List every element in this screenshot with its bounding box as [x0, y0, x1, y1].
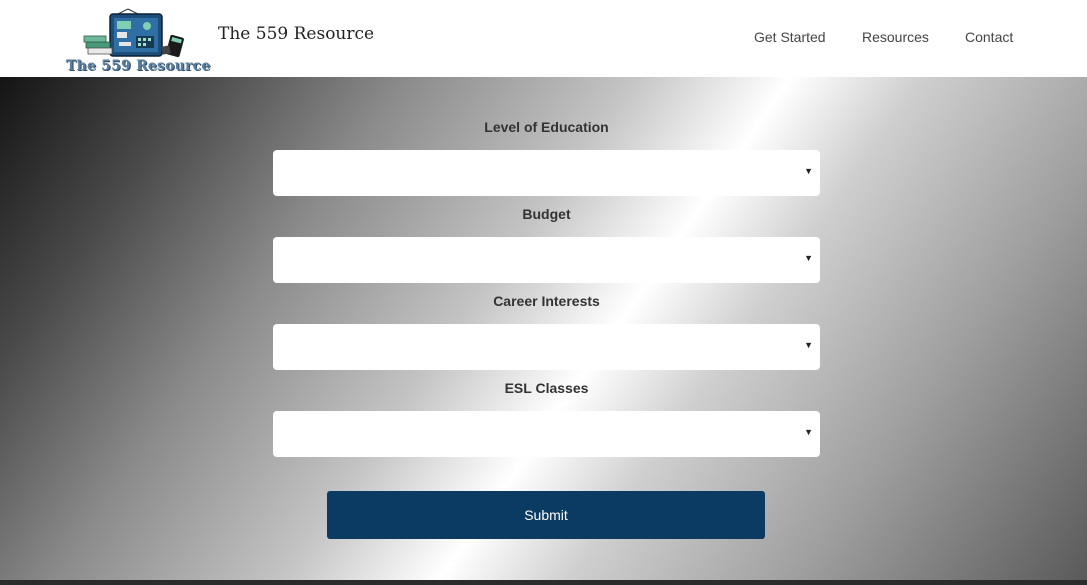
budget-select[interactable]: ▼ — [273, 237, 820, 283]
submit-button[interactable]: Submit — [327, 491, 765, 539]
esl-classes-label: ESL Classes — [504, 380, 589, 396]
nav-get-started[interactable]: Get Started — [754, 29, 826, 45]
caret-down-icon: ▼ — [804, 166, 813, 176]
nav-contact[interactable]: Contact — [965, 29, 1013, 45]
logo-illustration-icon — [83, 8, 184, 58]
site-header: The 559 Resource The 559 Resource Get St… — [0, 0, 1087, 77]
education-select[interactable]: ▼ — [273, 150, 820, 196]
site-title[interactable]: The 559 Resource — [218, 24, 374, 44]
site-logo[interactable]: The 559 Resource — [64, 6, 211, 76]
footer-edge — [0, 580, 1087, 585]
education-label: Level of Education — [484, 119, 609, 135]
caret-down-icon: ▼ — [804, 427, 813, 437]
career-interests-select[interactable]: ▼ — [273, 324, 820, 370]
logo-text: The 559 Resource — [66, 58, 211, 74]
esl-classes-select[interactable]: ▼ — [273, 411, 820, 457]
caret-down-icon: ▼ — [804, 340, 813, 350]
budget-label: Budget — [522, 206, 571, 222]
nav-resources[interactable]: Resources — [862, 29, 929, 45]
career-interests-label: Career Interests — [493, 293, 600, 309]
caret-down-icon: ▼ — [804, 253, 813, 263]
